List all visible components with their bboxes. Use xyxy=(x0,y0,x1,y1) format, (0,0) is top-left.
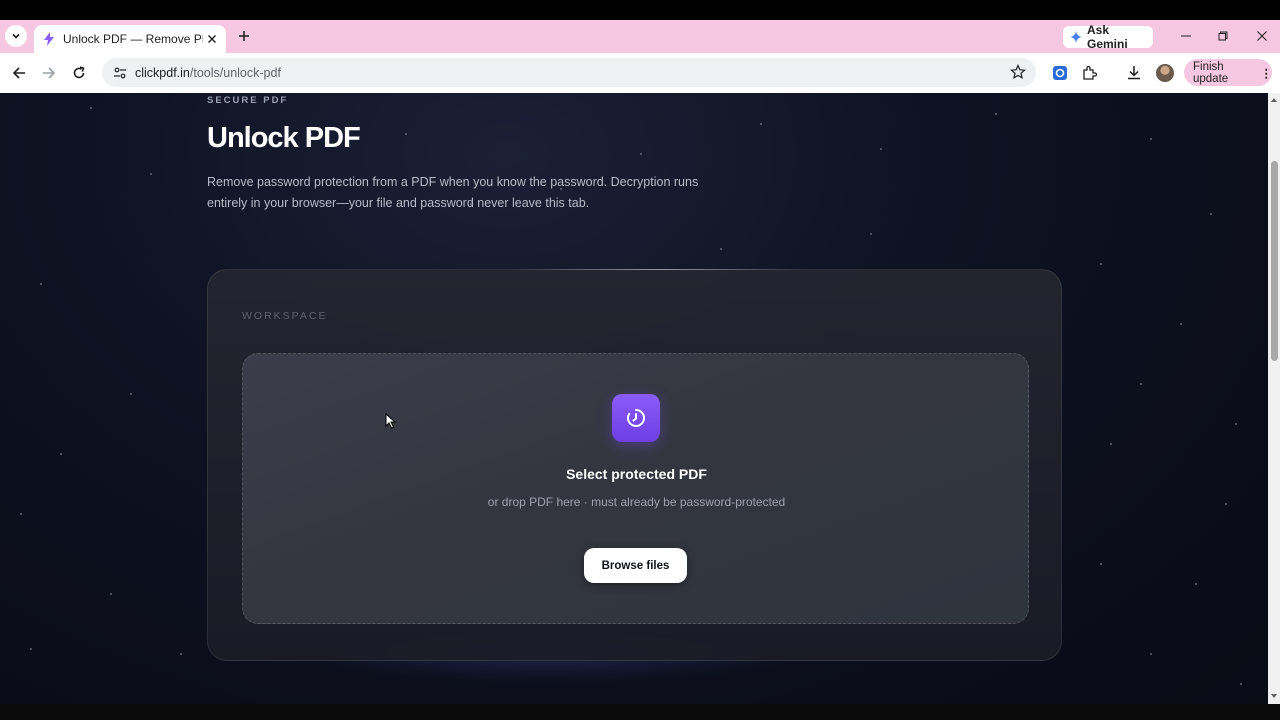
star-dot xyxy=(1140,383,1142,385)
active-tab[interactable]: Unlock PDF — Remove PDF Pas xyxy=(34,25,226,53)
star-dot xyxy=(1100,263,1102,265)
profile-avatar[interactable] xyxy=(1156,64,1174,82)
star-dot xyxy=(40,283,42,285)
star-dot xyxy=(1210,213,1212,215)
reload-icon xyxy=(73,66,85,79)
unlock-timer-icon xyxy=(612,394,660,442)
panel-highlight xyxy=(508,269,808,270)
window-top-edge xyxy=(0,0,1280,20)
finish-update-button[interactable]: Finish update ⋮ xyxy=(1184,59,1272,86)
file-dropzone[interactable]: Select protected PDF or drop PDF here · … xyxy=(242,353,1029,624)
bookmark-star-icon[interactable] xyxy=(1010,64,1026,80)
ask-gemini-label: Ask Gemini xyxy=(1087,23,1128,51)
restore-icon xyxy=(1218,31,1228,41)
arrow-right-icon xyxy=(43,67,56,79)
dropzone-subtitle: or drop PDF here · must already be passw… xyxy=(487,495,786,509)
page-scrollbar[interactable] xyxy=(1268,93,1280,704)
download-icon[interactable] xyxy=(1125,64,1143,82)
star-dot xyxy=(1150,138,1152,140)
star-dot xyxy=(1225,503,1227,505)
star-dot xyxy=(90,107,92,109)
dropzone-title: Select protected PDF xyxy=(566,466,707,482)
star-dot xyxy=(150,173,152,175)
gemini-sparkle-icon xyxy=(1070,31,1082,43)
browse-files-button[interactable]: Browse files xyxy=(584,548,687,583)
page-eyebrow: SECURE PDF xyxy=(207,95,289,106)
star-dot xyxy=(760,123,762,125)
url-text: clickpdf.in/tools/unlock-pdf xyxy=(135,66,281,80)
star-dot xyxy=(1235,423,1237,425)
star-dot xyxy=(1180,323,1182,325)
window-bottom-edge xyxy=(0,704,1280,720)
page-title: Unlock PDF xyxy=(207,122,361,154)
minimize-button[interactable] xyxy=(1175,26,1197,46)
new-tab-button[interactable] xyxy=(234,26,254,46)
browser-toolbar: clickpdf.in/tools/unlock-pdf Finish upda… xyxy=(0,53,1280,93)
puzzle-extensions-icon[interactable] xyxy=(1081,64,1099,82)
chevron-down-icon xyxy=(12,33,20,39)
star-dot xyxy=(1240,683,1242,685)
url-domain: clickpdf.in xyxy=(135,65,190,80)
star-dot xyxy=(880,148,882,150)
star-dot xyxy=(995,113,997,115)
finish-update-label: Finish update xyxy=(1193,60,1229,85)
star-dot xyxy=(1150,653,1152,655)
workspace-label: WORKSPACE xyxy=(242,310,328,322)
ask-gemini-button[interactable]: Ask Gemini xyxy=(1063,23,1153,51)
lightning-favicon-icon xyxy=(42,32,56,46)
star-dot xyxy=(110,593,112,595)
extension-icon[interactable] xyxy=(1051,64,1069,82)
forward-button[interactable] xyxy=(39,63,59,83)
workspace-panel: WORKSPACE Select protected PDF or drop P… xyxy=(207,269,1062,661)
star-dot xyxy=(405,133,407,135)
back-button[interactable] xyxy=(9,63,29,83)
close-tab-icon[interactable] xyxy=(204,31,220,47)
star-dot xyxy=(1110,443,1112,445)
star-dot xyxy=(870,233,872,235)
page-description: Remove password protection from a PDF wh… xyxy=(207,175,699,210)
star-dot xyxy=(720,248,722,250)
star-dot xyxy=(30,648,32,650)
close-window-button[interactable] xyxy=(1251,26,1273,46)
star-dot xyxy=(640,153,642,155)
star-dot xyxy=(60,453,62,455)
tab-title: Unlock PDF — Remove PDF Pas xyxy=(63,32,203,46)
scrollbar-thumb[interactable] xyxy=(1271,161,1278,361)
arrow-left-icon xyxy=(12,67,25,79)
reload-button[interactable] xyxy=(69,63,89,83)
more-menu-icon: ⋮ xyxy=(1260,67,1273,80)
star-dot xyxy=(130,393,132,395)
mouse-cursor-icon xyxy=(385,413,397,429)
star-dot xyxy=(180,653,182,655)
tab-search-button[interactable] xyxy=(5,25,27,47)
star-dot xyxy=(20,513,22,515)
restore-button[interactable] xyxy=(1212,26,1234,46)
minimize-icon xyxy=(1181,35,1191,37)
star-dot xyxy=(1100,563,1102,565)
address-bar[interactable]: clickpdf.in/tools/unlock-pdf xyxy=(102,58,1036,87)
plus-icon xyxy=(239,31,249,41)
url-path: /tools/unlock-pdf xyxy=(189,65,281,80)
page-content: SECURE PDF Unlock PDF Remove password pr… xyxy=(0,93,1268,704)
tab-strip: Unlock PDF — Remove PDF Pas Ask Gemini xyxy=(0,20,1280,53)
scroll-up-arrow-icon[interactable] xyxy=(1270,96,1278,104)
scroll-down-arrow-icon[interactable] xyxy=(1270,692,1278,700)
site-settings-icon[interactable] xyxy=(112,65,128,81)
star-dot xyxy=(1195,583,1197,585)
close-icon xyxy=(1257,31,1267,41)
